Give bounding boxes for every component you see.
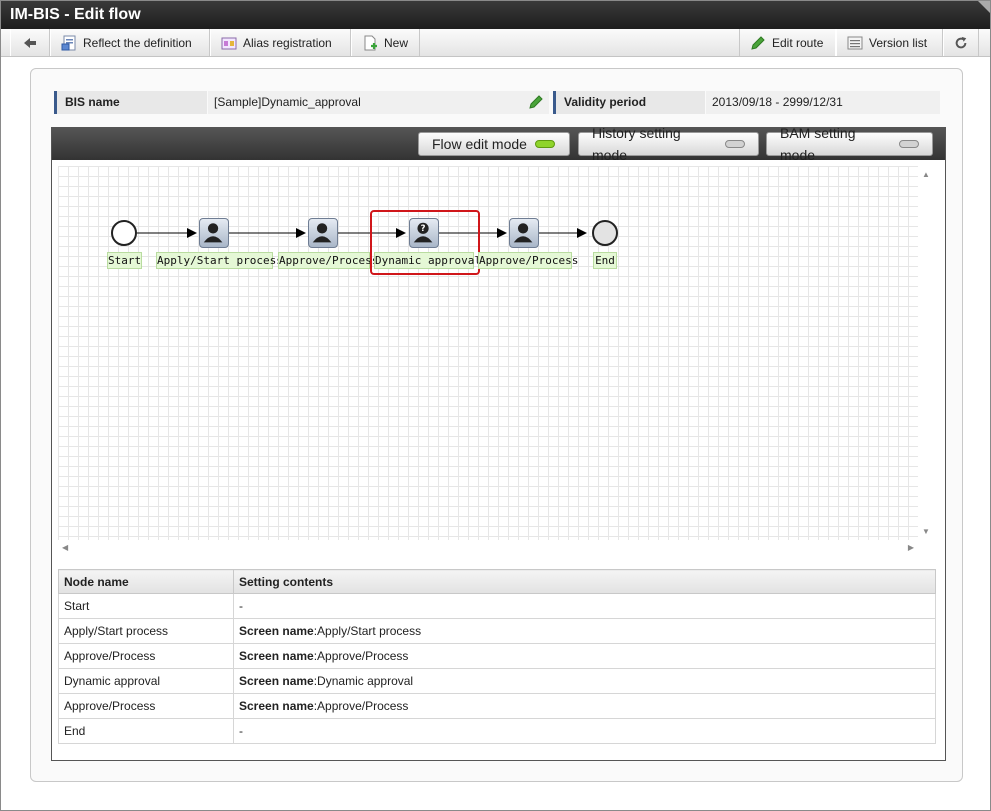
flow-canvas[interactable]: Start Apply/Start process Approve/Proces… [58,166,918,540]
validity-period-label: Validity period [553,91,705,114]
setting-contents-cell: - [233,718,936,744]
history-setting-mode-indicator [725,140,745,148]
node-name-cell: Apply/Start process [58,618,234,644]
scroll-down-icon[interactable]: ▼ [922,527,930,536]
setting-value: - [239,724,243,738]
setting-value: :Approve/Process [313,699,409,713]
start-node[interactable] [111,220,137,246]
setting-contents-cell: Screen name:Apply/Start process [233,618,936,644]
table-row[interactable]: Apply/Start process Screen name:Apply/St… [58,618,936,644]
user-icon [513,223,533,243]
node-name-header: Node name [58,569,234,594]
back-arrow-icon [24,37,36,48]
edit-name-pencil-icon[interactable] [528,94,544,110]
setting-prefix: Screen name [239,649,314,663]
edit-flow-window: IM-BIS - Edit flow Reflect the definitio… [0,0,991,811]
back-button[interactable] [10,29,50,56]
user-icon [203,223,223,243]
setting-contents-cell: Screen name:Dynamic approval [233,668,936,694]
approve-process-label-2[interactable]: Approve/Process [478,252,578,269]
flow-edit-mode-indicator [534,140,555,148]
scroll-up-icon[interactable]: ▲ [922,170,930,179]
resize-corner-icon[interactable] [978,1,990,13]
flow-edit-mode-button[interactable]: Flow edit mode [418,132,570,156]
user-icon [312,223,332,243]
setting-prefix: Screen name [239,674,314,688]
setting-value: - [239,599,243,613]
validity-period-value: 2013/09/18 - 2999/12/31 [706,91,940,114]
history-setting-mode-button[interactable]: History setting mode [578,125,759,163]
alias-registration-label: Alias registration [243,35,332,50]
dynamic-approval-highlight [370,210,480,275]
reflect-definition-icon [61,35,76,50]
node-name-cell: Approve/Process [58,693,234,719]
version-list-label: Version list [869,35,928,50]
bam-setting-mode-indicator [899,140,919,148]
window-titlebar: IM-BIS - Edit flow [1,1,990,29]
new-label: New [384,35,409,50]
table-row[interactable]: End - [58,718,936,744]
node-name-cell: End [58,718,234,744]
list-icon [847,36,863,49]
node-name-cell: Start [58,593,234,619]
table-row[interactable]: Approve/Process Screen name:Approve/Proc… [58,643,936,669]
version-list-button[interactable]: Version list [836,29,943,56]
apply-start-process-node[interactable] [199,218,229,248]
bis-info-row: BIS name [Sample]Dynamic_approval Validi… [54,91,940,114]
refresh-icon [955,36,967,48]
edit-route-label: Edit route [772,35,824,50]
bam-setting-mode-label: BAM setting mode [780,125,856,163]
approve-process-node-1[interactable] [308,218,338,248]
start-node-label[interactable]: Start [107,252,142,269]
end-node[interactable] [592,220,618,246]
edit-route-button[interactable]: Edit route [739,29,836,56]
scroll-right-icon[interactable]: ▶ [908,543,914,552]
setting-prefix: Screen name [239,699,314,713]
flow-edit-mode-label: Flow edit mode [432,136,527,152]
approve-process-node-2[interactable] [509,218,539,248]
table-header-row: Node name Setting contents [58,569,936,594]
apply-start-process-label[interactable]: Apply/Start process [156,252,283,269]
alias-registration-icon [221,37,237,49]
node-settings-table: Node name Setting contents Start - Apply… [58,569,936,744]
reflect-definition-label: Reflect the definition [83,35,192,50]
setting-prefix: Screen name [239,624,314,638]
bis-name-value: [Sample]Dynamic_approval [214,95,361,109]
table-row[interactable]: Dynamic approval Screen name:Dynamic app… [58,668,936,694]
bis-name-field: [Sample]Dynamic_approval [208,91,549,114]
flow-connectors [137,228,587,238]
setting-value: :Apply/Start process [313,624,422,638]
new-button[interactable]: New [351,29,420,56]
table-row[interactable]: Start - [58,593,936,619]
refresh-button[interactable] [943,29,979,56]
bis-name-label: BIS name [54,91,207,114]
history-setting-mode-label: History setting mode [592,125,681,163]
approve-process-label-1[interactable]: Approve/Process [278,252,378,269]
setting-contents-cell: - [233,593,936,619]
vertical-scrollbar[interactable]: ▲ ▼ [918,166,934,540]
edit-flow-panel: BIS name [Sample]Dynamic_approval Validi… [30,68,963,782]
toolbar: Reflect the definition Alias registratio… [1,29,990,57]
scroll-left-icon[interactable]: ◀ [62,543,68,552]
setting-value: :Approve/Process [313,649,409,663]
window-title: IM-BIS - Edit flow [10,6,141,23]
setting-contents-header: Setting contents [233,569,936,594]
end-node-label[interactable]: End [593,252,617,269]
mode-bar: Flow edit mode History setting mode BAM … [52,125,945,163]
new-document-icon [364,35,377,50]
flow-editor: Flow edit mode History setting mode BAM … [51,125,946,761]
setting-contents-cell: Screen name:Approve/Process [233,693,936,719]
bam-setting-mode-button[interactable]: BAM setting mode [766,125,933,163]
table-row[interactable]: Approve/Process Screen name:Approve/Proc… [58,693,936,719]
setting-contents-cell: Screen name:Approve/Process [233,643,936,669]
alias-registration-button[interactable]: Alias registration [210,29,351,56]
node-name-cell: Dynamic approval [58,668,234,694]
setting-value: :Dynamic approval [313,674,414,688]
node-name-cell: Approve/Process [58,643,234,669]
horizontal-scrollbar[interactable]: ◀ ▶ [58,540,918,556]
reflect-definition-button[interactable]: Reflect the definition [50,29,210,56]
pencil-icon [751,35,765,50]
